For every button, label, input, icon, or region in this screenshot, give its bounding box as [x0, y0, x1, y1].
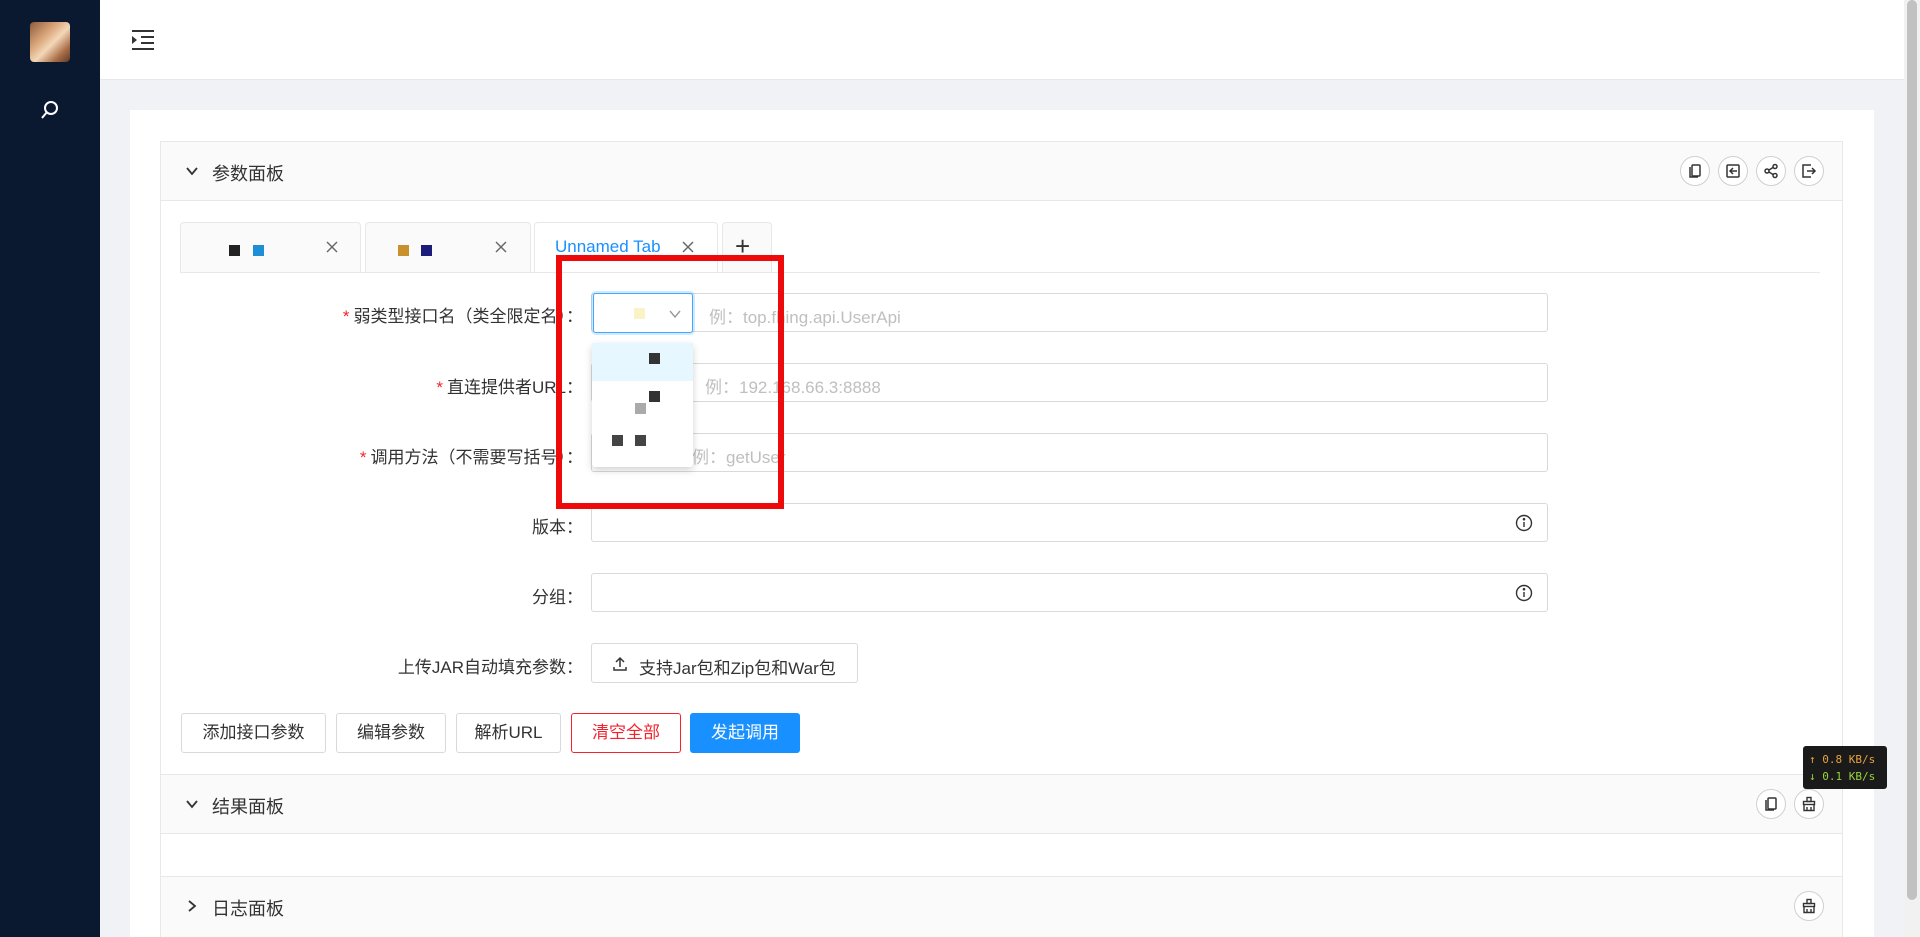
close-icon[interactable]: [325, 240, 339, 254]
share-icon: [1764, 163, 1778, 179]
clear-log-button[interactable]: [1794, 891, 1824, 921]
sidebar: [0, 0, 100, 937]
tab-1[interactable]: [180, 222, 361, 272]
masked-tab-label: [253, 245, 264, 256]
method-label: * 调用方法（不需要写括号）：: [359, 448, 583, 467]
import-icon: [1726, 164, 1740, 178]
scroll-thumb[interactable]: [1907, 0, 1917, 900]
tab-divider: [180, 272, 1820, 273]
tab-label: Unnamed Tab: [555, 237, 661, 256]
edit-param-button[interactable]: 编辑参数: [336, 713, 446, 753]
param-panel-body: [160, 201, 1843, 774]
import-button[interactable]: [1718, 156, 1748, 186]
info-icon[interactable]: [1515, 584, 1533, 602]
close-icon[interactable]: [681, 240, 695, 254]
upload-icon: [613, 656, 627, 671]
tab-2[interactable]: [365, 222, 531, 272]
upload-jar-button[interactable]: 支持Jar包和Zip包和War包: [591, 643, 858, 683]
result-panel-header[interactable]: 结果面板: [160, 774, 1843, 834]
masked-tab-label: [421, 245, 432, 256]
chevron-down-icon[interactable]: [183, 162, 201, 180]
copy-icon: [1689, 164, 1701, 178]
masked-tab-label: [398, 245, 409, 256]
masked-tab-label: [229, 245, 240, 256]
export-button[interactable]: [1794, 156, 1824, 186]
group-input[interactable]: [591, 573, 1548, 612]
download-speed: ↓ 0.1 KB/s: [1809, 770, 1876, 783]
export-icon: [1802, 164, 1817, 178]
search-icon[interactable]: [38, 98, 62, 122]
param-panel-header[interactable]: 参数面板: [160, 141, 1843, 201]
log-panel-title: 日志面板: [212, 899, 284, 919]
clear-result-button[interactable]: [1794, 789, 1824, 819]
interface-name-label: * 弱类型接口名（类全限定名）：: [342, 307, 583, 326]
invoke-button[interactable]: 发起调用: [690, 713, 800, 753]
result-panel-title: 结果面板: [212, 797, 284, 817]
param-panel-title: 参数面板: [212, 164, 284, 184]
clear-icon: [1802, 898, 1816, 914]
clear-all-button[interactable]: 清空全部: [571, 713, 681, 753]
upload-speed: ↑ 0.8 KB/s: [1809, 753, 1876, 766]
chevron-right-icon[interactable]: [183, 897, 201, 915]
version-label: 版本：: [532, 518, 583, 537]
share-button[interactable]: [1756, 156, 1786, 186]
copy-icon: [1765, 797, 1777, 811]
chevron-down-icon[interactable]: [183, 795, 201, 813]
clear-icon: [1802, 796, 1816, 812]
highlight-box: [556, 255, 784, 509]
group-label: 分组：: [532, 588, 583, 607]
avatar[interactable]: [30, 22, 70, 62]
menu-indent-icon[interactable]: [130, 28, 156, 52]
upload-button-label: 支持Jar包和Zip包和War包: [639, 659, 836, 678]
copy-result-button[interactable]: [1756, 789, 1786, 819]
top-bar: [100, 0, 1904, 80]
page-scrollbar[interactable]: [1904, 0, 1920, 937]
info-icon[interactable]: [1515, 514, 1533, 532]
copy-button[interactable]: [1680, 156, 1710, 186]
result-panel-body: [160, 834, 1843, 876]
net-speed-widget: ↑ 0.8 KB/s ↓ 0.1 KB/s: [1803, 746, 1887, 789]
close-icon[interactable]: [494, 240, 508, 254]
parse-url-button[interactable]: 解析URL: [456, 713, 561, 753]
add-param-button[interactable]: 添加接口参数: [181, 713, 326, 753]
upload-label: 上传JAR自动填充参数：: [397, 658, 583, 677]
log-panel-header[interactable]: 日志面板: [160, 876, 1843, 937]
